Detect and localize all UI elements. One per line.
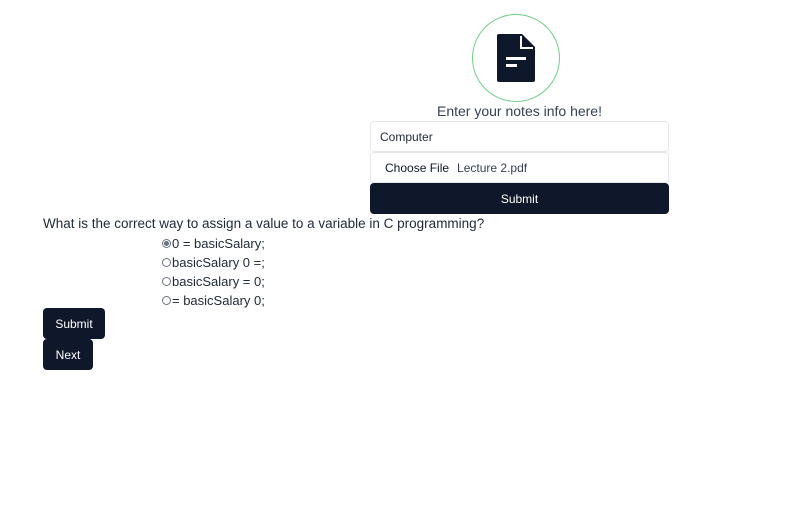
choose-file-button[interactable]: Choose File (385, 161, 449, 175)
option-label: basicSalary = 0; (172, 274, 265, 289)
next-button[interactable]: Next (43, 339, 93, 370)
upload-submit-button[interactable]: Submit (370, 183, 669, 214)
radio-button[interactable] (162, 277, 171, 286)
subject-input[interactable] (370, 121, 669, 152)
page: Enter your notes info here! Choose File … (0, 0, 806, 505)
option-label: basicSalary 0 =; (172, 255, 265, 270)
quiz-submit-button[interactable]: Submit (43, 308, 105, 339)
document-icon (497, 34, 535, 82)
radio-button[interactable] (162, 296, 171, 305)
answer-option-1[interactable]: 0 = basicSalary; (162, 234, 265, 253)
question-text: What is the correct way to assign a valu… (43, 216, 485, 231)
answer-option-3[interactable]: basicSalary = 0; (162, 272, 265, 291)
answer-option-4[interactable]: = basicSalary 0; (162, 291, 265, 310)
radio-button[interactable] (162, 258, 171, 267)
answer-options: 0 = basicSalary; basicSalary 0 =; basicS… (162, 234, 265, 310)
file-input[interactable]: Choose File Lecture 2.pdf (370, 152, 669, 183)
option-label: = basicSalary 0; (172, 293, 265, 308)
file-name-label: Lecture 2.pdf (457, 160, 528, 175)
upload-icon-circle (472, 14, 560, 102)
upload-title: Enter your notes info here! (437, 103, 602, 119)
option-label: 0 = basicSalary; (172, 236, 265, 251)
radio-button[interactable] (162, 239, 171, 248)
answer-option-2[interactable]: basicSalary 0 =; (162, 253, 265, 272)
